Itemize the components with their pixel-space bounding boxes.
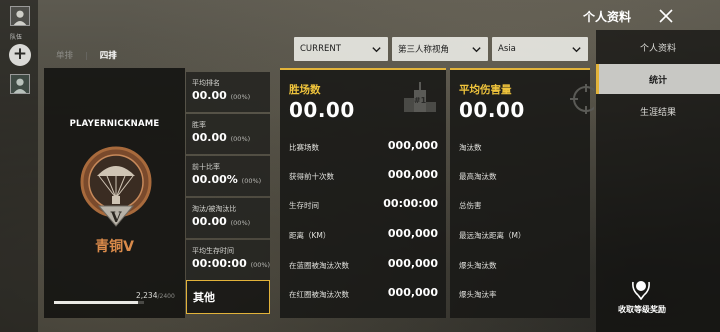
season-value: CURRENT <box>300 44 341 54</box>
stat-row-label: 距离（KM） <box>289 231 331 240</box>
perspective-dropdown[interactable]: 第三人称视角 <box>392 37 488 61</box>
stat-label: 平均生存时间 <box>192 247 234 255</box>
xp-total: /2400 <box>157 293 175 300</box>
tab-solo[interactable]: 单排 <box>56 49 73 61</box>
stat-row-label: 最远淘汰距离（M） <box>459 231 526 240</box>
perspective-value: 第三人称视角 <box>398 45 450 55</box>
chevron-down-icon <box>471 44 482 55</box>
stat-top10-rate: 前十比率 00.00% (00%) <box>186 156 270 196</box>
stat-value: 00.00 (00%) <box>192 131 251 144</box>
crosshair-icon <box>570 84 594 114</box>
profile-card: PLAYERNICKNAME V 青铜V 2,234/2400 <box>44 68 185 318</box>
claim-level-reward-button[interactable]: 收取等级奖励 <box>600 304 684 315</box>
damage-panel: 平均伤害量 00.00 淘汰数 最高淘汰数 总伤害 最远淘汰距离（M） 爆头淘汰… <box>450 68 594 318</box>
mode-tabs: 单排 | 四排 <box>56 49 117 62</box>
stat-row-label: 在红圈被淘汰次数 <box>289 290 349 299</box>
avatar-icon <box>11 7 29 25</box>
svg-text:V: V <box>110 210 123 226</box>
stat-kd-ratio: 淘汰/被淘汰比 00.00 (00%) <box>186 198 270 238</box>
tab-separator: | <box>85 50 88 60</box>
stat-row-label: 总伤害 <box>459 201 482 210</box>
stat-row-value: 000,000 <box>387 168 438 181</box>
other-stats-button[interactable]: 其他 <box>186 280 270 314</box>
stat-label: 平均排名 <box>192 79 220 87</box>
player-avatar[interactable] <box>10 6 30 26</box>
stat-row-value: 000,000 <box>387 257 438 270</box>
stat-row-label: 最高淘汰数 <box>459 172 497 181</box>
stat-row-value: 00:00:00 <box>383 197 438 210</box>
nav-item-profile[interactable]: 个人资料 <box>596 32 720 62</box>
bronze-rank-icon: V <box>80 146 152 227</box>
nav-item-stats[interactable]: 统计 <box>596 64 720 94</box>
stat-row-label: 爆头淘汰率 <box>459 290 497 299</box>
panel-title: 平均伤害量 <box>459 84 512 96</box>
xp-progress-bar <box>54 301 144 304</box>
stat-row-value: 000,000 <box>387 227 438 240</box>
podium-icon: #1 <box>404 82 436 112</box>
stat-row-value: 000,000 <box>387 139 438 152</box>
stat-row-value: 000,000 <box>387 286 438 299</box>
tab-squad[interactable]: 四排 <box>100 49 117 61</box>
rank-name: 青铜V <box>95 239 134 255</box>
stat-win-rate: 胜率 00.00 (00%) <box>186 114 270 154</box>
svg-text:#1: #1 <box>414 96 427 105</box>
stat-value: 00.00% (00%) <box>192 173 262 186</box>
stat-label: 淘汰/被淘汰比 <box>192 205 237 213</box>
stat-label: 前十比率 <box>192 163 220 171</box>
stat-value: 00.00 (00%) <box>192 215 251 228</box>
stat-avg-survival: 平均生存时间 00:00:00 (00%) <box>186 240 270 280</box>
stat-label: 胜率 <box>192 121 206 129</box>
season-dropdown[interactable]: CURRENT <box>294 37 388 61</box>
right-nav: 个人资料 统计 生涯结果 <box>596 30 720 332</box>
stat-avg-rank: 平均排名 00.00 (00%) <box>186 72 270 112</box>
panel-big-value: 00.00 <box>459 98 525 122</box>
xp-progress-fill <box>54 301 138 304</box>
left-sidebar: 队伍 + <box>0 0 38 332</box>
nav-item-career[interactable]: 生涯结果 <box>596 96 720 126</box>
chevron-down-icon <box>571 44 582 55</box>
region-value: Asia <box>498 44 516 54</box>
panel-title: 胜场数 <box>289 84 321 96</box>
profile-header-title: 个人资料 <box>583 10 632 24</box>
region-dropdown[interactable]: Asia <box>492 37 588 61</box>
team-label: 队伍 <box>10 34 23 41</box>
teammate-avatar[interactable] <box>10 74 30 94</box>
player-name: PLAYERNICKNAME <box>69 119 160 129</box>
stat-row-label: 生存时间 <box>289 201 319 210</box>
xp-value: 2,234 <box>136 291 158 300</box>
stat-row-label: 淘汰数 <box>459 143 482 152</box>
stat-row-label: 爆头淘汰数 <box>459 261 497 270</box>
stat-value: 00:00:00 (00%) <box>192 257 271 270</box>
stat-value: 00.00 (00%) <box>192 89 251 102</box>
mini-stats-column: 平均排名 00.00 (00%) 胜率 00.00 (00%) 前十比率 00.… <box>186 72 270 282</box>
panel-big-value: 00.00 <box>289 98 355 122</box>
add-teammate-button[interactable]: + <box>9 44 31 66</box>
stat-row-label: 在蓝圈被淘汰次数 <box>289 261 349 270</box>
chevron-down-icon <box>371 44 382 55</box>
close-icon[interactable] <box>658 8 674 24</box>
stat-row-label: 比赛场数 <box>289 143 319 152</box>
xp-readout: 2,234/2400 <box>136 291 175 300</box>
avatar-icon <box>11 75 29 93</box>
wins-panel: 胜场数 00.00 #1 比赛场数 000,000 获得前十次数 000,000… <box>280 68 446 318</box>
laurel-reward-icon[interactable] <box>630 276 652 300</box>
stat-row-label: 获得前十次数 <box>289 172 334 181</box>
rank-emblem: V <box>77 146 155 228</box>
